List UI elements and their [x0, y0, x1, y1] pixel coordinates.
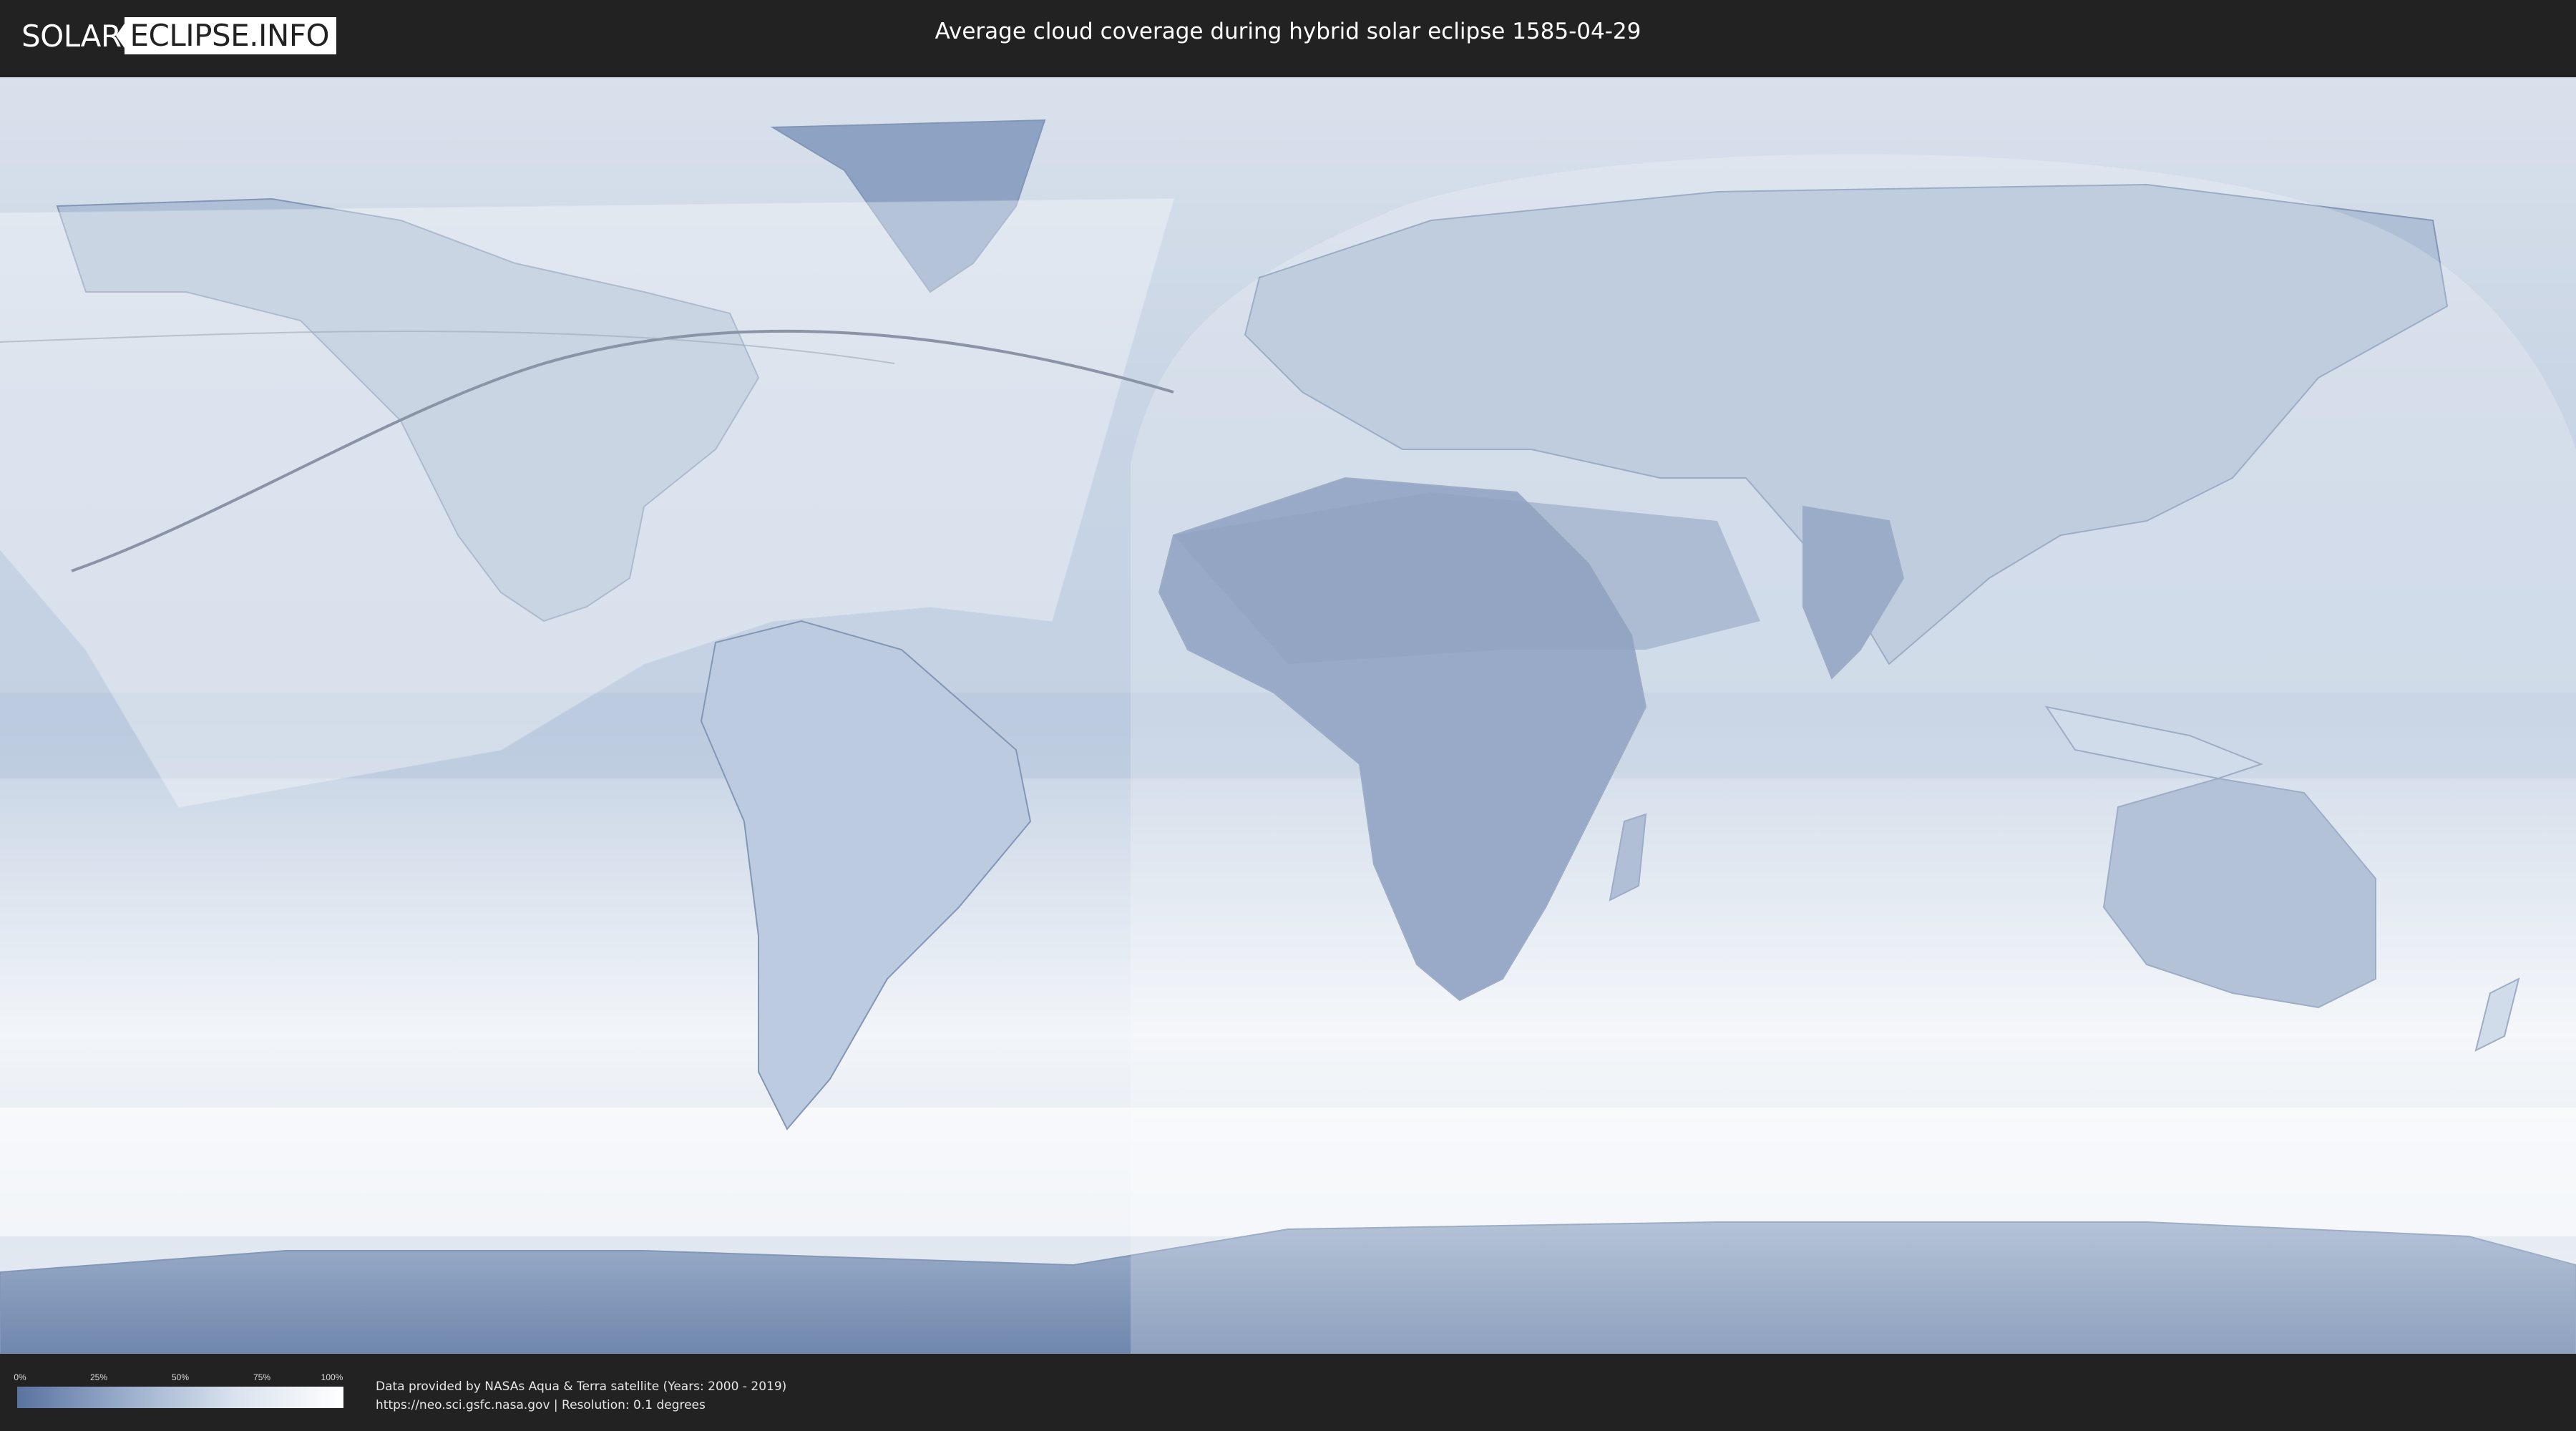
page-title: Average cloud coverage during hybrid sol…: [935, 19, 1641, 44]
header-bar: SOLAR ECLIPSE.INFO Average cloud coverag…: [0, 0, 2576, 72]
cloud-coverage-map[interactable]: [0, 77, 2576, 1354]
legend-tick: 50%: [171, 1372, 190, 1382]
legend-tick: 25%: [89, 1372, 108, 1382]
world-map-icon: [0, 77, 2576, 1354]
legend-tick: 0%: [14, 1372, 26, 1382]
eclipse-partial-zone-east: [1131, 154, 2576, 1354]
legend-color-bar: [17, 1387, 343, 1408]
legend-ticks: 0% 25% 50% 75% 100%: [14, 1372, 343, 1384]
cloud-coverage-legend: 0% 25% 50% 75% 100%: [14, 1372, 343, 1408]
credit-line-2[interactable]: https://neo.sci.gsfc.nasa.gov | Resoluti…: [376, 1396, 786, 1415]
legend-tick: 75%: [253, 1372, 271, 1382]
data-source-credit: Data provided by NASAs Aqua & Terra sate…: [376, 1377, 786, 1415]
legend-tick: 100%: [321, 1372, 343, 1382]
credit-line-1: Data provided by NASAs Aqua & Terra sate…: [376, 1379, 787, 1394]
